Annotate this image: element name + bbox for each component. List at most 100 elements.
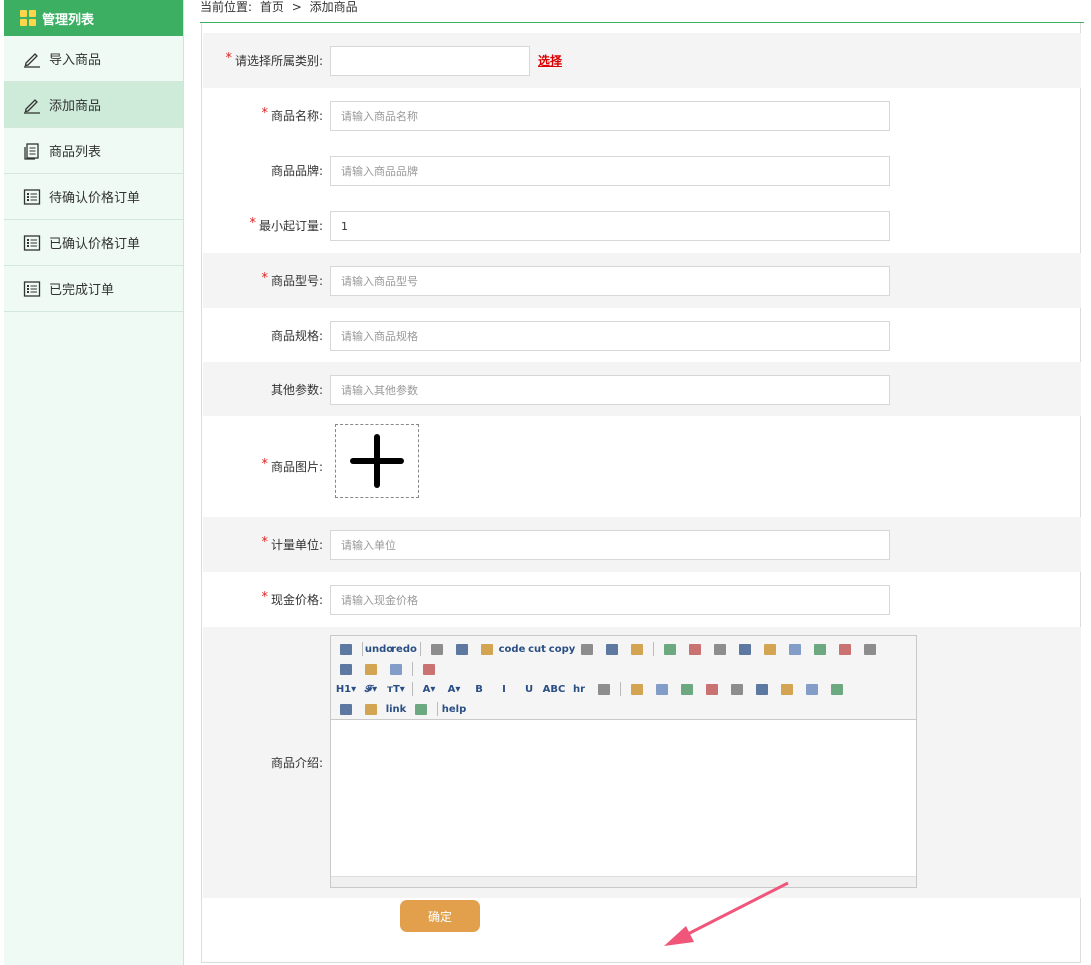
toolbar-separator: [362, 642, 363, 656]
toolbar-redo-button[interactable]: redo: [391, 640, 417, 658]
breadcrumb: 当前位置: 首页 > 添加商品: [200, 0, 362, 20]
toolbar-code-button[interactable]: code: [499, 640, 526, 658]
category-input[interactable]: [330, 46, 530, 76]
toolbar-cut-button[interactable]: cut: [526, 640, 548, 658]
product-brand-input[interactable]: [330, 156, 890, 186]
toolbar-xxx-button[interactable]: 𝓕▾: [360, 680, 382, 698]
editor-content-area[interactable]: [331, 720, 916, 876]
toolbar-anchor-button[interactable]: [360, 700, 382, 718]
toolbar-picture-button[interactable]: [826, 680, 848, 698]
toolbar-help-button[interactable]: help: [442, 700, 467, 718]
sidebar-item-product-list[interactable]: 商品列表: [4, 128, 183, 174]
select-category-link[interactable]: 选择: [538, 52, 562, 69]
toolbar-flash-button[interactable]: [676, 680, 698, 698]
toolbar-attachment-button[interactable]: [726, 680, 748, 698]
toolbar-align-center-button[interactable]: [684, 640, 706, 658]
product-name-input[interactable]: [330, 101, 890, 131]
toolbar-hr-button[interactable]: hr: [568, 680, 590, 698]
toolbar-xTx-button[interactable]: тT▾: [385, 680, 407, 698]
document-icon: [22, 141, 42, 161]
toolbar-align-right-button[interactable]: [709, 640, 731, 658]
toolbar-align-left-button[interactable]: [659, 640, 681, 658]
breadcrumb-separator: >: [291, 0, 302, 14]
toolbar-undo-button[interactable]: undo: [365, 640, 393, 658]
unit-input[interactable]: [330, 530, 890, 560]
form-row-params: 其他参数:: [203, 362, 1081, 416]
editor-toolbar: undo redo code cut copy H1▾ 𝓕▾ тT▾ A▾ A▾ B I U ABC hr…: [331, 636, 916, 720]
sidebar-item-label: 待确认价格订单: [49, 191, 141, 206]
toolbar-template-button[interactable]: [476, 640, 498, 658]
field-label: * 请选择所属类别:: [225, 51, 323, 68]
toolbar-print-button[interactable]: [451, 640, 473, 658]
toolbar-H1x-button[interactable]: H1▾: [335, 680, 357, 698]
toolbar-insert-hr-button[interactable]: [776, 680, 798, 698]
pencil-icon: [22, 95, 42, 115]
toolbar-subscript-button[interactable]: [859, 640, 881, 658]
toolbar-paste-word-button[interactable]: [626, 640, 648, 658]
submit-button[interactable]: 确定: [400, 900, 480, 932]
toolbar-Ax-button[interactable]: A▾: [418, 680, 440, 698]
breadcrumb-home[interactable]: 首页: [260, 0, 284, 14]
toolbar-preview-button[interactable]: [426, 640, 448, 658]
add-product-form: * 请选择所属类别: 选择 * 商品名称: 商品品牌: * 最小起订量: * 商…: [201, 23, 1081, 963]
required-mark: *: [261, 535, 268, 550]
field-label: * 最小起订量:: [249, 216, 323, 233]
toolbar-multi-image-button[interactable]: [651, 680, 673, 698]
toolbar-row: [335, 659, 912, 679]
toolbar-B-button[interactable]: B: [468, 680, 490, 698]
sidebar-item-add[interactable]: 添加商品: [4, 82, 183, 128]
field-label: 商品规格:: [270, 328, 323, 343]
sidebar-item-completed-orders[interactable]: 已完成订单: [4, 266, 183, 312]
field-label: * 现金价格:: [261, 590, 323, 607]
toolbar-link-button[interactable]: link: [385, 700, 407, 718]
field-label: 其他参数:: [270, 382, 323, 397]
toolbar-outdent-button[interactable]: [834, 640, 856, 658]
sidebar-item-pending-orders[interactable]: 待确认价格订单: [4, 174, 183, 220]
product-model-input[interactable]: [330, 266, 890, 296]
toolbar-ABC-button[interactable]: ABC: [543, 680, 566, 698]
sidebar-header: 管理列表: [4, 0, 183, 36]
sidebar-item-label: 商品列表: [49, 145, 102, 160]
toolbar-emoticon-button[interactable]: [801, 680, 823, 698]
editor-resize-bar[interactable]: [331, 876, 916, 887]
form-row-spec: 商品规格:: [203, 308, 1081, 362]
required-mark: *: [261, 457, 268, 472]
breadcrumb-current: 添加商品: [309, 0, 358, 14]
toolbar-pagebreak-button[interactable]: [335, 700, 357, 718]
pencil-icon: [22, 49, 42, 69]
arrow-annotation: [664, 881, 789, 946]
sidebar-item-confirmed-orders[interactable]: 已确认价格订单: [4, 220, 183, 266]
toolbar-I-button[interactable]: I: [493, 680, 515, 698]
product-spec-input[interactable]: [330, 321, 890, 351]
other-params-input[interactable]: [330, 375, 890, 405]
required-mark: *: [225, 51, 232, 66]
min-order-input[interactable]: [330, 211, 890, 241]
image-upload-button[interactable]: [335, 424, 419, 498]
sidebar-item-import[interactable]: 导入商品: [4, 36, 183, 82]
toolbar-indent-button[interactable]: [809, 640, 831, 658]
list-icon: [22, 187, 42, 207]
toolbar-eraser-button[interactable]: [593, 680, 615, 698]
toolbar-paste-plain-button[interactable]: [601, 640, 623, 658]
form-row-unit: * 计量单位:: [203, 517, 1081, 572]
toolbar-image-button[interactable]: [626, 680, 648, 698]
toolbar-table-button[interactable]: [751, 680, 773, 698]
toolbar-media-button[interactable]: [701, 680, 723, 698]
toolbar-Ax-button[interactable]: A▾: [443, 680, 465, 698]
toolbar-clear-format-button[interactable]: [360, 660, 382, 678]
toolbar-copy-button[interactable]: copy: [549, 640, 575, 658]
toolbar-superscript-button[interactable]: [335, 660, 357, 678]
toolbar-source-button[interactable]: [335, 640, 357, 658]
toolbar-unlink-button[interactable]: [410, 700, 432, 718]
cash-price-input[interactable]: [330, 585, 890, 615]
sidebar: 管理列表 导入商品 添加商品 商品列表 待确认价格订单 已确认价格订单 已完成订…: [4, 0, 184, 965]
toolbar-select-all-button[interactable]: [385, 660, 407, 678]
toolbar-fullscreen-button[interactable]: [418, 660, 440, 678]
grid-icon: [20, 10, 36, 26]
toolbar-unordered-list-button[interactable]: [784, 640, 806, 658]
form-row-intro: 商品介绍: undo redo code cut copy H1▾ 𝓕▾ тT▾ A▾ A▾ B I…: [203, 627, 1081, 898]
toolbar-align-justify-button[interactable]: [734, 640, 756, 658]
toolbar-paste-button[interactable]: [576, 640, 598, 658]
toolbar-U-button[interactable]: U: [518, 680, 540, 698]
toolbar-ordered-list-button[interactable]: [759, 640, 781, 658]
